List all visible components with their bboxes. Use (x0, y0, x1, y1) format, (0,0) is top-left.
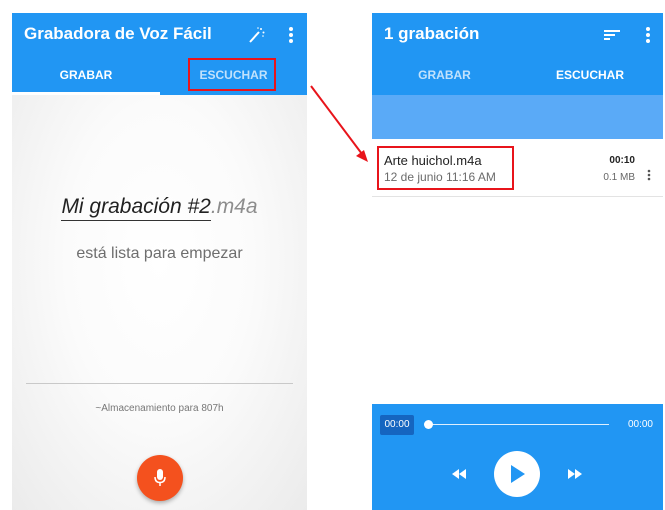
divider (26, 383, 293, 384)
recordings-count-title: 1 grabación (384, 24, 480, 43)
app-title: Grabadora de Voz Fácil (24, 24, 212, 43)
recording-duration: 00:10 (609, 155, 635, 166)
microphone-icon (154, 469, 166, 486)
tab-grabar[interactable]: GRABAR (372, 60, 517, 95)
storage-remaining-text: ~Almacenamiento para 807h (95, 403, 224, 414)
more-vert-icon[interactable] (643, 166, 655, 184)
total-time: 00:00 (627, 419, 653, 430)
filename-text[interactable]: Mi grabación #2 (61, 195, 211, 221)
record-button[interactable] (137, 455, 183, 501)
tab-grabar[interactable]: GRABAR (12, 60, 160, 95)
filename-extension: .m4a (210, 195, 258, 218)
recording-filename[interactable]: Mi grabación #2.m4a (12, 195, 307, 221)
seek-bar[interactable] (429, 424, 609, 425)
magic-wand-icon[interactable] (244, 23, 268, 47)
more-vert-icon[interactable] (636, 23, 660, 47)
play-button[interactable] (494, 451, 540, 497)
tab-escuchar[interactable]: ESCUCHAR (517, 60, 663, 95)
more-vert-icon[interactable] (279, 23, 303, 47)
highlight-recording-item (377, 146, 514, 190)
seek-thumb[interactable] (424, 420, 433, 429)
app-bar: 1 grabación (372, 13, 663, 60)
audio-player: 00:00 00:00 (372, 404, 663, 510)
rewind-icon (452, 469, 466, 479)
tab-indicator-strip (372, 95, 663, 139)
record-panel: Mi grabación #2.m4a está lista para empe… (12, 95, 307, 510)
tab-bar: GRABAR ESCUCHAR (372, 60, 663, 95)
current-time: 00:00 (380, 415, 414, 435)
rewind-button[interactable] (448, 464, 470, 484)
recording-size: 0.1 MB (603, 172, 635, 183)
fast-forward-button[interactable] (564, 464, 586, 484)
app-bar: Grabadora de Voz Fácil (12, 13, 307, 60)
play-icon (511, 465, 525, 483)
right-screen: 1 grabación GRABAR ESCUCHAR Arte huichol… (372, 13, 663, 510)
ready-status-text: está lista para empezar (76, 245, 243, 262)
fast-forward-icon (568, 469, 582, 479)
sort-icon[interactable] (600, 23, 624, 47)
highlight-escuchar-tab (188, 58, 276, 91)
